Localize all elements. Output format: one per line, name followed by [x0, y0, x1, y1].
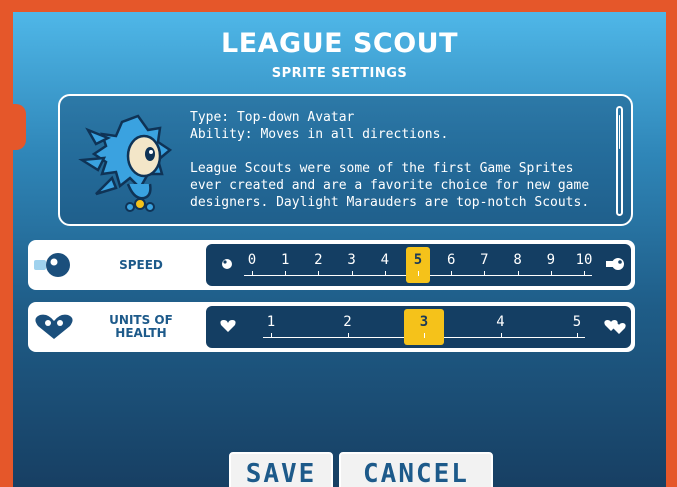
speed-tick-label[interactable]: 1	[275, 252, 295, 268]
single-heart-icon	[220, 320, 236, 332]
health-tick-label[interactable]: 5	[567, 314, 587, 330]
speed-icon	[34, 253, 70, 277]
health-tick-label[interactable]: 4	[491, 314, 511, 330]
health-tick-mark	[424, 333, 425, 338]
scroll-thumb[interactable]	[619, 115, 620, 150]
health-tick-label[interactable]: 2	[338, 314, 358, 330]
health-tick-mark	[577, 333, 578, 338]
sprite-description: Type: Top-down Avatar Ability: Moves in …	[190, 109, 610, 211]
speed-tick-label[interactable]: 0	[242, 252, 262, 268]
speed-tick-label[interactable]: 8	[508, 252, 528, 268]
cancel-button[interactable]: CANCEL	[339, 452, 493, 487]
description-line: ever created and are a favorite choice f…	[190, 178, 590, 193]
sprite-info-box[interactable]: Type: Top-down Avatar Ability: Moves in …	[58, 94, 633, 226]
speed-tick-mark	[285, 271, 287, 276]
fast-icon	[606, 258, 624, 270]
speed-tick-mark	[252, 271, 253, 276]
speed-tick-label[interactable]: 2	[308, 252, 328, 268]
sprite-settings-panel: LEAGUE SCOUT SPRITE SETTINGS Type: Top-d…	[13, 12, 666, 487]
health-tick-mark	[271, 333, 272, 338]
speed-tick-label[interactable]: 4	[375, 252, 395, 268]
speed-label: SPEED	[119, 257, 163, 272]
speed-tick-label[interactable]: 7	[474, 252, 494, 268]
health-tick-label[interactable]: 1	[261, 314, 281, 330]
health-label-line2: HEALTH	[115, 326, 167, 340]
heart-icon	[35, 314, 73, 339]
multiple-hearts-icon	[604, 320, 626, 334]
description-line: League Scouts were some of the first Gam…	[190, 161, 574, 176]
league-scout-sprite-icon	[78, 114, 173, 212]
speed-tick-mark	[517, 271, 519, 276]
speed-tick-mark	[384, 271, 386, 276]
health-tick-label[interactable]: 3	[414, 314, 434, 330]
speed-tick-mark	[451, 271, 453, 276]
type-line: Type: Top-down Avatar	[190, 110, 355, 125]
slow-icon	[222, 259, 232, 269]
speed-tick-mark	[584, 271, 585, 276]
health-setting-row: UNITS OF HEALTH 1 2 3 4 5	[28, 302, 635, 352]
save-button[interactable]: SAVE	[229, 452, 333, 487]
page-title: LEAGUE SCOUT	[220, 28, 459, 59]
speed-tick-mark	[351, 271, 353, 276]
health-tick-mark	[347, 333, 349, 338]
speed-tick-mark	[484, 271, 486, 276]
speed-slider[interactable]: 0 1 2 3 4 5 6 7 8 9 10	[206, 244, 631, 286]
speed-tick-label[interactable]: 9	[541, 252, 561, 268]
speed-tick-mark	[318, 271, 320, 276]
info-scrollbar[interactable]	[616, 106, 623, 216]
speed-tick-label[interactable]: 6	[441, 252, 461, 268]
side-tab	[13, 104, 26, 150]
speed-tick-mark	[550, 271, 552, 276]
speed-tick-label[interactable]: 10	[574, 252, 594, 268]
speed-tick-label[interactable]: 5	[408, 252, 428, 268]
description-line: designers. Daylight Marauders are top-no…	[190, 195, 590, 210]
health-label: UNITS OF HEALTH	[86, 302, 196, 352]
speed-tick-mark	[418, 271, 419, 276]
health-tick-mark	[500, 333, 502, 338]
ability-line: Ability: Moves in all directions.	[190, 127, 449, 142]
speed-setting-row: SPEED 0 1 2 3 4 5 6 7 8 9 10	[28, 240, 635, 290]
speed-tick-label[interactable]: 3	[342, 252, 362, 268]
health-slider[interactable]: 1 2 3 4 5	[206, 306, 631, 348]
page-subtitle: SPRITE SETTINGS	[271, 66, 408, 81]
